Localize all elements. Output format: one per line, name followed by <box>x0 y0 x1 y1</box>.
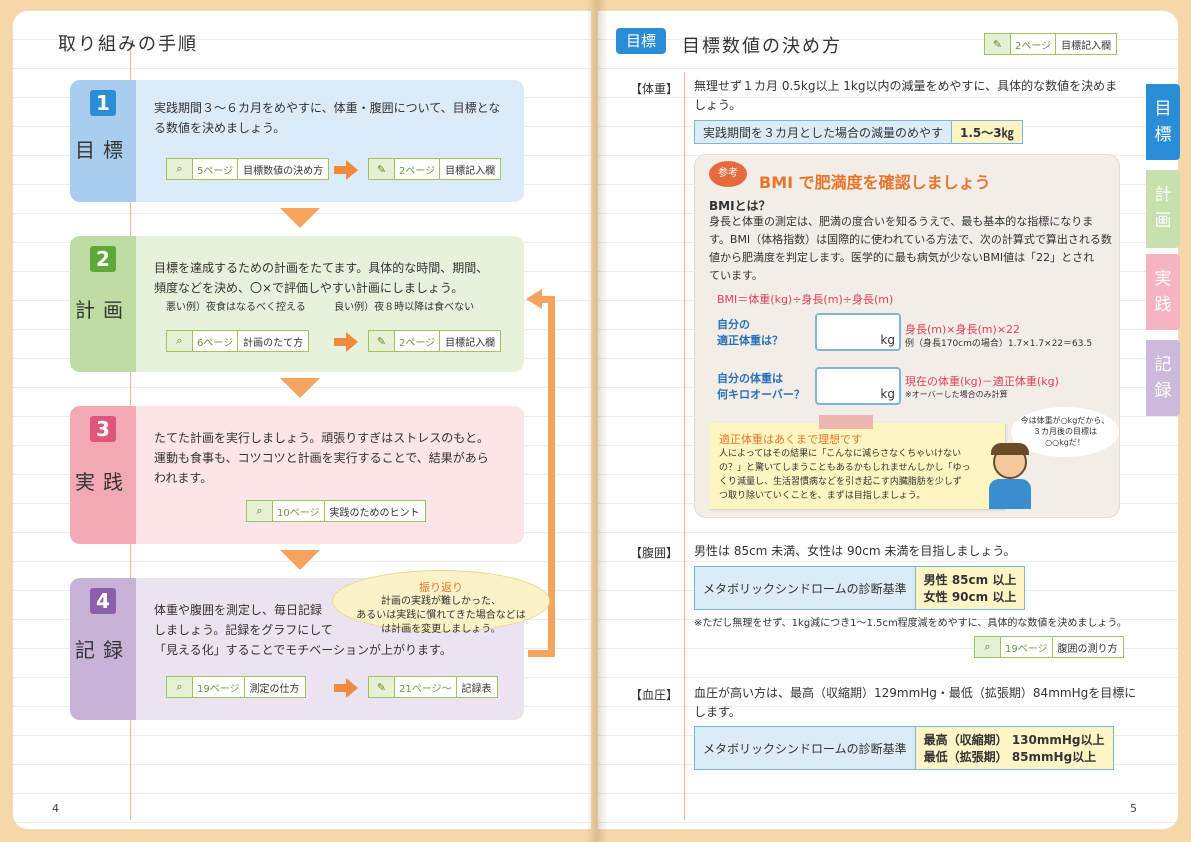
down-arrow-icon <box>280 208 320 228</box>
side-tab-plan[interactable]: 計画 <box>1146 170 1180 248</box>
ideal-weight-input[interactable]: kg <box>815 313 901 351</box>
waist-criteria-box: メタボリックシンドロームの診断基準 男性 85cm 以上 女性 90cm 以上 <box>694 566 1026 610</box>
review-bubble: 振り返り 計画の実践が難しかった、 あるいは実践に慣れてきた場合などは は計画を… <box>332 570 550 635</box>
arrow-right-icon-head <box>346 678 358 698</box>
overweight-input[interactable]: kg <box>815 367 901 405</box>
down-arrow-icon <box>280 550 320 570</box>
weight-box: 実践期間を３カ月とした場合の減量のめやす 1.5～3㎏ <box>694 120 1023 144</box>
step-4-label: 記録 <box>75 638 131 662</box>
step-3-text-line: われます。 <box>154 471 213 485</box>
step-2-label: 計画 <box>75 298 131 322</box>
step-3-label: 実践 <box>75 470 131 494</box>
person-illustration-icon <box>985 443 1035 509</box>
bmi-formula: BMI＝体重(kg)÷身長(m)÷身長(m) <box>717 293 894 306</box>
step-1-text-line: 実践期間３～６カ月をめやすに、体重・腹囲について、目標とな <box>154 101 501 115</box>
arrow-right-icon-head <box>346 332 358 352</box>
magnifier-icon: ⌕ <box>167 331 193 351</box>
step-2-text-line: 目標を達成するための計画をたてます。具体的な時間、期間、 <box>154 261 489 275</box>
side-tab-goal[interactable]: 目標 <box>1146 84 1180 160</box>
pencil-icon: ✎ <box>369 159 395 179</box>
ref-link[interactable]: ⌕ 5ページ 目標数値の決め方 <box>166 158 330 180</box>
overweight-question: 自分の体重は 何キロオーバー？ <box>717 372 805 401</box>
step-4-number: 4 <box>90 588 116 614</box>
side-tab-record[interactable]: 記録 <box>1146 340 1180 416</box>
pencil-icon: ✎ <box>985 34 1011 54</box>
margin-line <box>684 72 685 820</box>
bad-example: 悪い例）夜食はなるべく控える <box>166 302 306 313</box>
side-tab-practice[interactable]: 実践 <box>1146 254 1180 330</box>
page-number-left: 4 <box>52 802 59 815</box>
weight-text: しょう。 <box>694 98 742 112</box>
arrow-right-icon-head <box>346 160 358 180</box>
page-title-right: 目標数値の決め方 <box>682 36 842 57</box>
ref-link[interactable]: ⌕ 19ページ 腹囲の測り方 <box>974 636 1124 658</box>
reference-badge: 参考 <box>709 161 747 187</box>
magnifier-icon: ⌕ <box>975 637 1001 657</box>
step-3-text-line: たてた計画を実行しましょう。頑張りすぎはストレスのもと。 <box>154 431 490 445</box>
good-example: 良い例）夜８時以降は食べない <box>334 302 475 313</box>
pencil-icon: ✎ <box>369 331 395 351</box>
pencil-icon: ✎ <box>369 677 395 697</box>
bmi-subtitle: BMIとは？ <box>709 199 771 213</box>
blood-pressure-label: 【血圧】 <box>630 688 679 702</box>
bp-criteria-box: メタボリックシンドロームの診断基準 最高（収縮期） 130mmHg以上 最低（拡… <box>694 726 1114 770</box>
step-4-text-line: 「見える化」することでモチベーションが上がります。 <box>154 643 452 657</box>
step-3: 3 実践 たてた計画を実行しましょう。頑張りすぎはストレスのもと。 運動も食事も… <box>70 406 524 544</box>
waist-label: 【腹囲】 <box>630 546 679 560</box>
page-title-left: 取り組みの手順 <box>58 34 198 55</box>
waist-note: ※ただし無理をせず、1kg減につき1～1.5cm程度減をめやすに、具体的な数値を… <box>694 618 1127 629</box>
tape <box>819 415 873 429</box>
magnifier-icon: ⌕ <box>167 677 193 697</box>
ref-link[interactable]: ⌕ 6ページ 計画のたて方 <box>166 330 310 352</box>
step-2-text-line: 頻度などを決め、〇×で評価しやすい計画にしましょう。 <box>154 281 464 295</box>
ref-link[interactable]: ⌕ 19ページ 測定の仕方 <box>166 676 306 698</box>
page-number-right: 5 <box>1130 802 1137 815</box>
step-1: 1 目標 実践期間３～６カ月をめやすに、体重・腹囲について、目標とな る数値を決… <box>70 80 524 202</box>
ideal-weight-note: 適正体重はあくまで理想です 人によってはその結果に「こんなに減らさなくちゃいけな… <box>709 415 1005 509</box>
bp-text: 血圧が高い方は、最高（収縮期）129mmHg・最低（拡張期）84mmHgを目標に <box>694 686 1137 700</box>
bmi-section: 参考 BMI で肥満度を確認しましょう BMIとは？ 身長と体重の測定は、肥満の… <box>694 154 1120 518</box>
weight-text: 無理せず１カ月 0.5kg以上 1kg以内の減量をめやすに、具体的な数値を決めま <box>694 79 1118 93</box>
header-tag: 目標 <box>616 28 666 54</box>
down-arrow-icon <box>280 378 320 398</box>
ref-link[interactable]: ⌕ 10ページ 実践のためのヒント <box>246 500 426 522</box>
ideal-weight-question: 自分の 適正体重は？ <box>717 318 783 347</box>
step-2-number: 2 <box>90 246 116 272</box>
step-3-number: 3 <box>90 416 116 442</box>
ref-link[interactable]: ✎ 2ページ 目標記入欄 <box>368 158 502 180</box>
weight-label: 【体重】 <box>630 82 679 96</box>
waist-text: 男性は 85cm 未満、女性は 90cm 未満を目指しましょう。 <box>694 544 1016 558</box>
magnifier-icon: ⌕ <box>247 501 273 521</box>
ref-link[interactable]: ✎ 21ページ〜 記録表 <box>368 676 498 698</box>
magnifier-icon: ⌕ <box>167 159 193 179</box>
ref-link[interactable]: ✎ 2ページ 目標記入欄 <box>368 330 502 352</box>
bmi-title: BMI で肥満度を確認しましょう <box>759 173 991 192</box>
bp-text: します。 <box>694 705 741 719</box>
step-1-text-line: る数値を決めましょう。 <box>154 121 286 135</box>
step-1-label: 目標 <box>75 138 131 162</box>
step-1-number: 1 <box>90 90 116 116</box>
header-ref-link[interactable]: ✎ 2ページ 目標記入欄 <box>984 33 1118 55</box>
step-2: 2 計画 目標を達成するための計画をたてます。具体的な時間、期間、 頻度などを決… <box>70 236 524 372</box>
step-3-text-line: 運動も食事も、コツコツと計画を実行することで、結果があら <box>154 451 489 465</box>
